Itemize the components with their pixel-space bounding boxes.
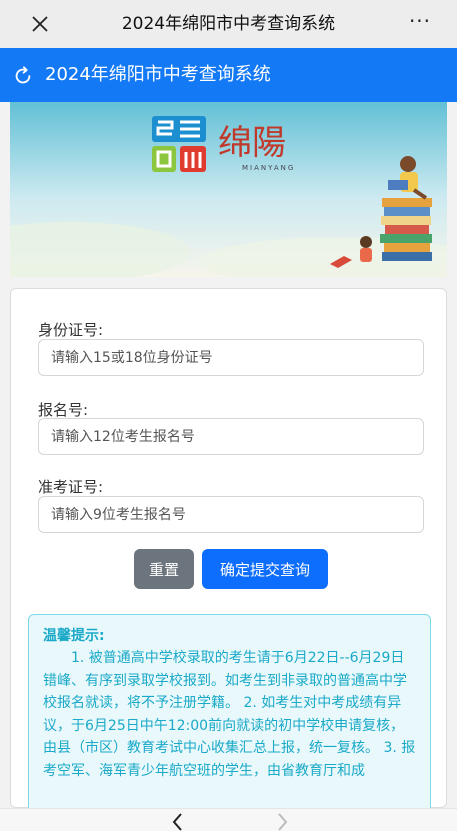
id-number-label: 身份证号: — [38, 321, 104, 339]
more-options-button[interactable]: ··· — [405, 11, 435, 36]
banner-illustration: 绵陽 MIANYANG — [10, 102, 447, 277]
refresh-icon[interactable] — [12, 65, 34, 87]
notice-body: 1. 被普通高中学校录取的考生请于6月22日--6月29日错峰、有序到录取学校报… — [43, 650, 416, 779]
registration-number-input[interactable] — [38, 418, 424, 455]
admission-ticket-label: 准考证号: — [38, 478, 104, 496]
mianyang-banner: 绵陽 MIANYANG — [10, 102, 447, 277]
app-title: 2024年绵阳市中考查询系统 — [45, 64, 271, 85]
back-icon[interactable] — [168, 812, 188, 831]
app-header: 2024年绵阳市中考查询系统 — [0, 48, 457, 102]
notice-box: 温馨提示: 1. 被普通高中学校录取的考生请于6月22日--6月29日错峰、有序… — [28, 614, 431, 814]
svg-text:MIANYANG: MIANYANG — [242, 164, 295, 172]
query-form-card: 身份证号: 报名号: 准考证号: 重置 确定提交查询 温馨提示: 1. 被普通高… — [10, 288, 447, 814]
window-title: 2024年绵阳市中考查询系统 — [121, 14, 336, 34]
submit-query-button[interactable]: 确定提交查询 — [202, 549, 328, 589]
notice-title: 温馨提示: — [43, 628, 105, 644]
admission-ticket-input[interactable] — [38, 496, 424, 533]
registration-number-label: 报名号: — [38, 401, 89, 419]
title-bar: 2024年绵阳市中考查询系统 ··· — [0, 0, 457, 48]
reset-button[interactable]: 重置 — [134, 549, 194, 589]
browser-nav-bar — [0, 808, 457, 831]
svg-text:绵陽: 绵陽 — [218, 123, 286, 163]
forward-icon[interactable] — [272, 812, 292, 831]
id-number-input[interactable] — [38, 339, 424, 376]
